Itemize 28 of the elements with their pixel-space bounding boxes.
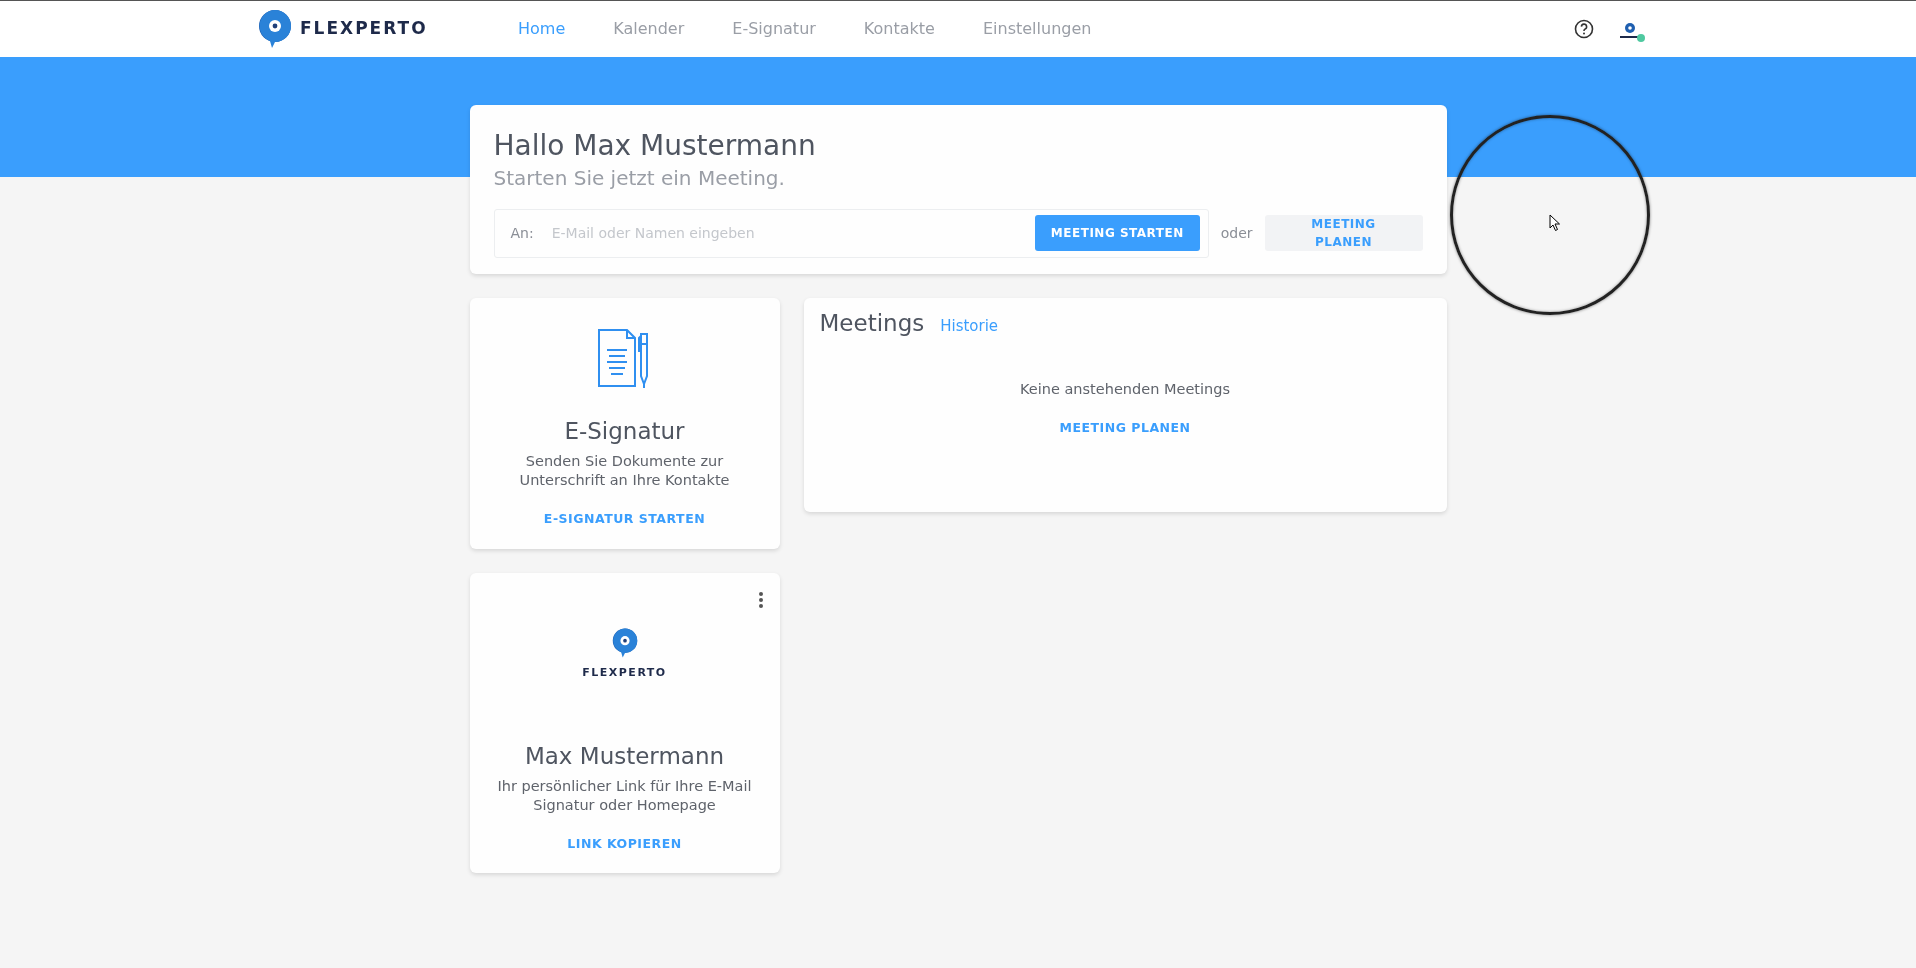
nav-link[interactable]: Kontakte bbox=[863, 17, 935, 41]
pointer-icon bbox=[1549, 214, 1561, 232]
logo-icon bbox=[611, 626, 638, 659]
plan-meeting-button[interactable]: MEETING PLANEN bbox=[1051, 414, 1199, 442]
logo-text: FLEXPERTO bbox=[582, 664, 667, 681]
user-name: Max Mustermann bbox=[523, 741, 726, 771]
copy-link-button[interactable]: LINK KOPIEREN bbox=[559, 830, 690, 858]
card-title: Meetings bbox=[819, 308, 925, 338]
greeting-subtitle: Starten Sie jetzt ein Meeting. bbox=[493, 164, 786, 192]
more-options-icon[interactable] bbox=[757, 590, 764, 609]
or-text: oder bbox=[1220, 223, 1253, 243]
nav-link[interactable]: Home bbox=[518, 17, 566, 41]
nav-link[interactable]: Kalender bbox=[613, 17, 685, 41]
plan-meeting-button[interactable]: MEETING PLANEN bbox=[1264, 215, 1423, 252]
empty-state-text: Keine anstehenden Meetings bbox=[1019, 380, 1231, 399]
logo-text[interactable]: FLEXPERTO bbox=[300, 16, 428, 42]
recipient-field[interactable]: An: E-Mail oder Namen eingeben MEETING STARTEN bbox=[493, 208, 1209, 258]
card-description: Senden Sie Dokumente zur Unterschrift an Ihre Kontakte bbox=[518, 452, 731, 490]
nav-link[interactable]: E-Signatur bbox=[732, 17, 816, 41]
logo-icon bbox=[258, 9, 292, 49]
start-meeting-button[interactable]: MEETING STARTEN bbox=[1034, 215, 1200, 252]
history-link[interactable]: Historie bbox=[940, 314, 999, 338]
greeting-title: Hallo Max Mustermann bbox=[493, 129, 817, 163]
help-icon[interactable] bbox=[1574, 19, 1594, 39]
nav-link[interactable]: Einstellungen bbox=[982, 17, 1092, 41]
card-title: E-Signatur bbox=[563, 416, 686, 446]
start-e-signature-button[interactable]: E-SIGNATUR STARTEN bbox=[535, 505, 714, 533]
card-description: Ihr persönlicher Link für Ihre E-Mail Signatur oder Homepage bbox=[496, 777, 753, 815]
